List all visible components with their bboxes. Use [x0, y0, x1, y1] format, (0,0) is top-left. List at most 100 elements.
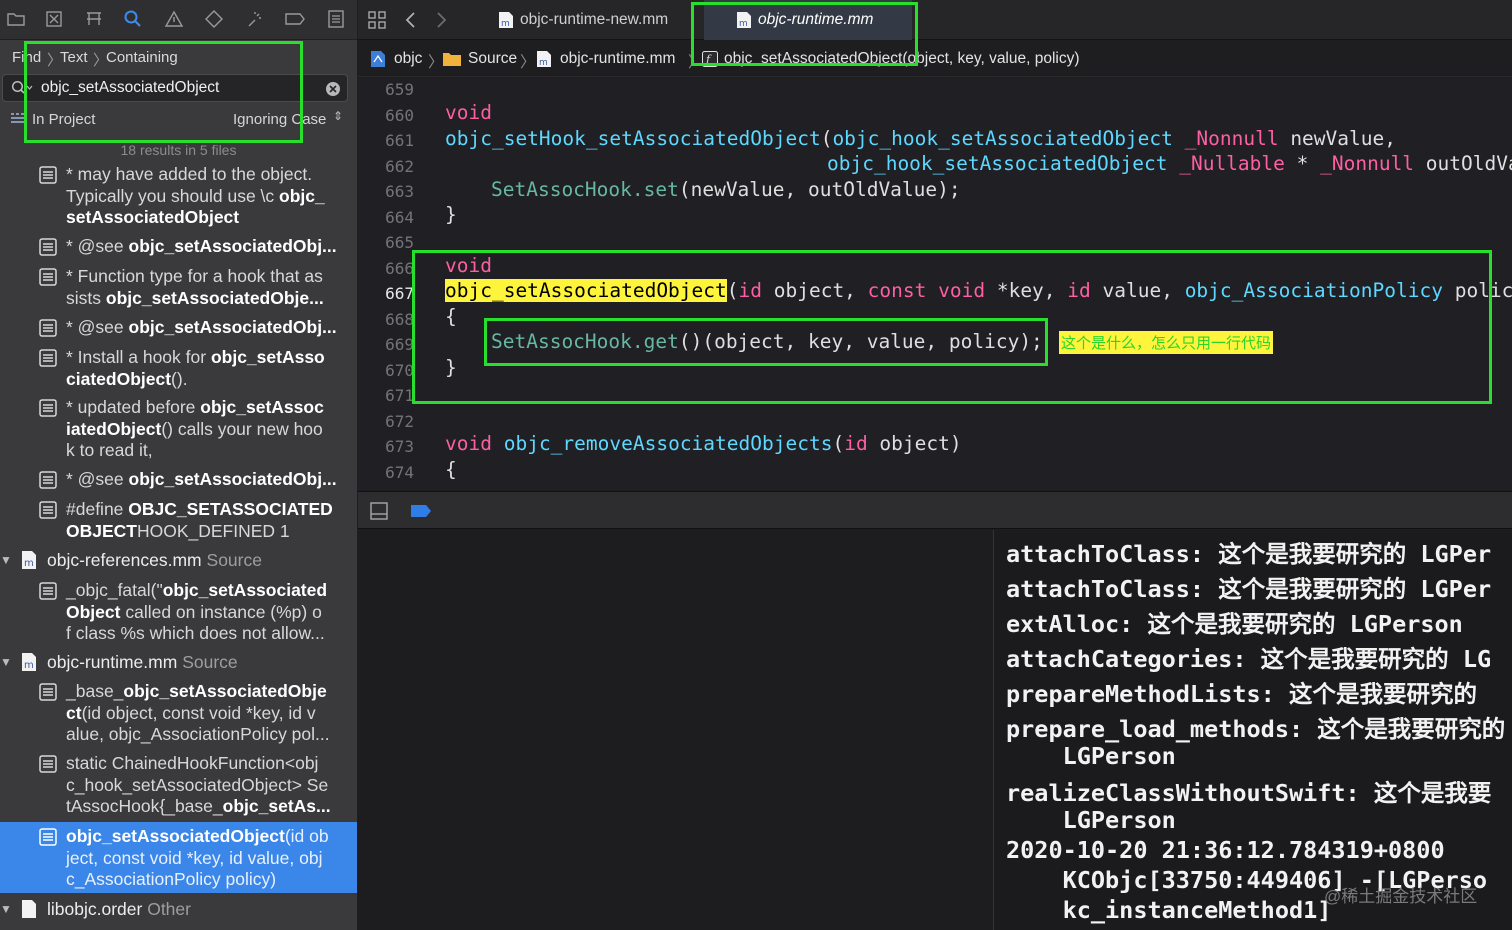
code-token: .get: [631, 330, 679, 353]
code-line: }: [445, 356, 457, 379]
source-editor[interactable]: 659 660 661 662 663 664 665 666 667 668 …: [358, 78, 1512, 490]
result-text: tAssocHook{_base_: [66, 796, 223, 816]
search-field[interactable]: objc_setAssociatedObject: [2, 74, 348, 102]
result-text: _base_: [66, 681, 124, 701]
find-navigator-icon[interactable]: [123, 9, 143, 29]
result-text: () calls your new hoo: [161, 418, 323, 439]
search-input[interactable]: objc_setAssociatedObject: [41, 79, 219, 97]
grid-icon[interactable]: [368, 11, 386, 29]
console-output[interactable]: attachToClass: 这个是我要研究的 LGPer attachToCl…: [993, 530, 1512, 930]
scope-selector[interactable]: In Project: [32, 111, 95, 128]
console-line: attachCategories: 这个是我要研究的 LG: [1006, 645, 1492, 673]
hide-debug-area-icon[interactable]: [370, 502, 388, 520]
console-line: prepare_load_methods: 这个是我要研究的: [1006, 715, 1506, 743]
debug-spray-icon[interactable]: [244, 9, 264, 29]
file-type: Other: [147, 899, 191, 919]
result-text: * @see: [66, 236, 129, 256]
search-result-selected[interactable]: objc_setAssociatedObject(id ob ject, cons…: [0, 822, 357, 893]
breakpoints-active-icon[interactable]: [410, 504, 432, 518]
mm-file-icon: m: [22, 551, 36, 569]
result-match: objc_setAs...: [222, 796, 331, 816]
code-line: void: [445, 254, 492, 277]
result-match: ct: [66, 702, 82, 723]
tab-objc-runtime-new[interactable]: m objc-runtime-new.mm: [486, 0, 692, 40]
line-number: 661: [385, 131, 414, 150]
code-token: *: [1284, 152, 1321, 175]
back-arrow-icon[interactable]: [404, 11, 418, 29]
folder-icon[interactable]: [6, 9, 26, 29]
breakpoint-icon[interactable]: [284, 9, 306, 29]
code-token: void: [445, 101, 492, 124]
line-number-current: 667: [385, 284, 414, 303]
code-line: {: [445, 458, 457, 481]
plain-file-icon: [22, 900, 36, 918]
find-mode-breadcrumb[interactable]: Find 〉 Text 〉 Containing: [0, 41, 357, 73]
disclosure-triangle-icon[interactable]: ▼: [0, 902, 12, 916]
test-diamond-icon[interactable]: [204, 9, 224, 29]
code-token: {: [445, 305, 457, 328]
breadcrumb-symbol[interactable]: objc_setAssociatedObject(object, key, va…: [724, 50, 1080, 68]
code-token: const: [867, 279, 927, 302]
case-selector[interactable]: Ignoring Case: [233, 111, 326, 128]
code-line: objc_setAssociatedObject(id object, cons…: [445, 279, 1512, 302]
documentation-comment-icon: [39, 319, 57, 337]
svg-text:m: m: [24, 558, 34, 569]
code-token: ()(object, key, value, policy);: [678, 330, 1043, 353]
result-text: alue, objc_AssociationPolicy pol...: [66, 724, 330, 744]
breadcrumb-folder[interactable]: Source: [468, 50, 517, 68]
search-icon[interactable]: [11, 80, 33, 96]
result-text: * updated before: [66, 397, 201, 417]
forward-arrow-icon[interactable]: [434, 11, 448, 29]
code-token: objc_setHook_setAssociatedObject: [445, 127, 821, 150]
disclosure-triangle-icon[interactable]: ▼: [0, 655, 12, 669]
tab-label: objc-runtime-new.mm: [520, 11, 669, 28]
variables-view[interactable]: [358, 530, 992, 930]
source-control-icon[interactable]: [44, 9, 64, 29]
find-match-style[interactable]: Containing: [106, 49, 178, 66]
code-token: (newValue, outOldValue);: [678, 178, 961, 201]
code-line: {: [445, 305, 457, 328]
mm-file-icon: m: [22, 653, 36, 671]
result-match: objc_setAssociatedObject: [66, 826, 285, 846]
line-number: 668: [385, 310, 414, 329]
code-token: void: [445, 254, 492, 277]
code-token: objc_hook_setAssociatedObject: [827, 152, 1168, 175]
code-line: SetAssocHook.get()(object, key, value, p…: [491, 330, 1043, 353]
breadcrumb-project[interactable]: objc: [394, 50, 422, 68]
code-line: void objc_removeAssociatedObjects(id obj…: [445, 432, 962, 455]
result-match: objc_setAsso: [210, 347, 325, 367]
find-mode[interactable]: Find: [12, 49, 41, 66]
clear-search-icon[interactable]: [325, 81, 341, 97]
result-text: k to read it,: [66, 440, 153, 460]
result-text: sists: [66, 287, 106, 308]
code-token: id: [1067, 279, 1091, 302]
function-icon: f: [702, 51, 718, 67]
report-icon[interactable]: [326, 9, 346, 29]
code-token: (: [820, 127, 833, 150]
find-type[interactable]: Text: [60, 49, 88, 66]
symbol-navigator-icon[interactable]: [84, 9, 104, 29]
code-token: objc_removeAssociatedObjects: [503, 432, 833, 455]
file-type: Source: [182, 652, 238, 672]
issue-warning-icon[interactable]: [164, 9, 184, 29]
line-number: 664: [385, 208, 414, 227]
code-token: objc_AssociationPolicy: [1184, 279, 1443, 302]
results-summary: 18 results in 5 files: [120, 142, 237, 158]
navigator-toolbar: [0, 0, 357, 40]
result-text: static ChainedHookFunction<obj: [66, 753, 319, 773]
breadcrumb-file[interactable]: objc-runtime.mm: [560, 50, 675, 68]
result-text: _objc_fatal(": [66, 580, 163, 600]
line-number: 670: [385, 361, 414, 380]
console-line: attachToClass: 这个是我要研究的 LGPer: [1006, 540, 1492, 568]
code-token: id: [844, 432, 868, 455]
disclosure-triangle-icon[interactable]: ▼: [0, 553, 12, 567]
line-number: 673: [385, 437, 414, 456]
case-chevron-icon[interactable]: ⇕: [333, 109, 343, 123]
result-text: * Install a hook for: [66, 347, 211, 367]
tab-objc-runtime[interactable]: m objc-runtime.mm: [704, 0, 912, 40]
code-token: SetAssocHook: [491, 330, 632, 353]
code-line: SetAssocHook.set(newValue, outOldValue);: [491, 178, 961, 201]
result-match: objc_setAssociatedObj...: [128, 469, 337, 489]
